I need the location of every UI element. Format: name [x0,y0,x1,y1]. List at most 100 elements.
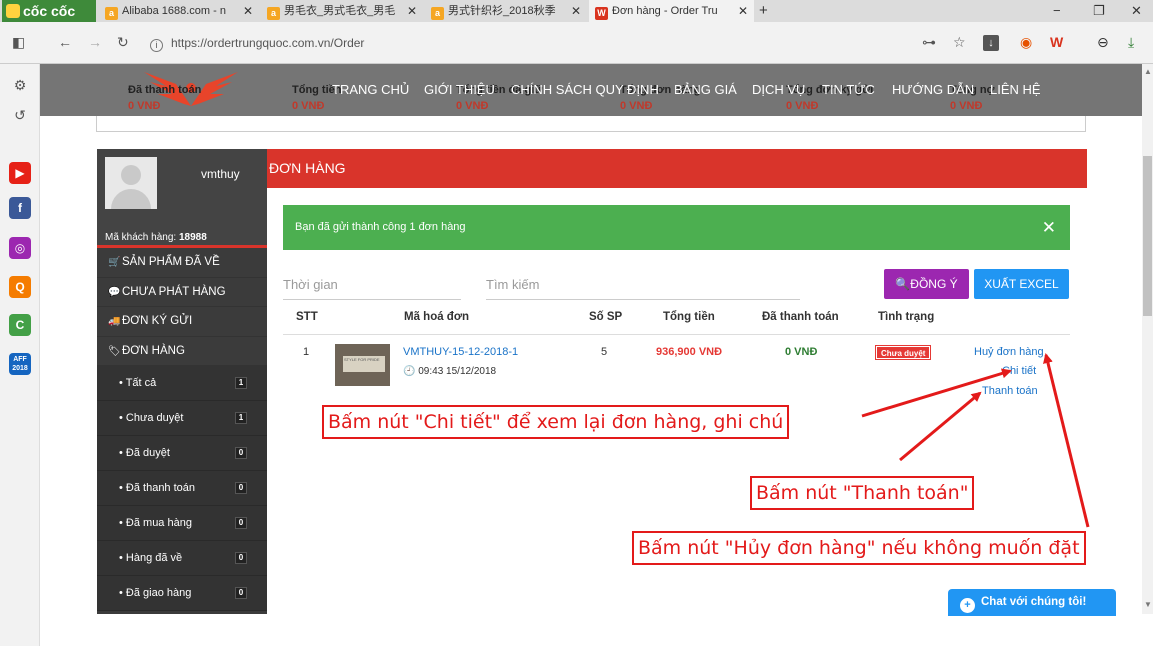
count-badge: 1 [235,412,247,424]
order-extension-icon[interactable]: W [1050,34,1063,50]
nav-services[interactable]: DỊCH VỤ [752,82,805,97]
tab-order[interactable]: W Đơn hàng - Order Tru ✕ [589,0,754,22]
scroll-down-icon[interactable]: ▼ [1144,600,1152,609]
coccoc-extension-icon[interactable]: ◉ [1020,34,1032,51]
cart-icon: 🛒 [108,257,121,268]
filter-delivered[interactable]: • Đã giao hàng 0 [97,576,267,611]
stat-paid: Đã thanh toán 0 VNĐ [128,84,202,112]
tag-icon: 🏷 [108,345,121,357]
col-stt: STT [296,311,318,323]
close-icon[interactable]: ✕ [1042,205,1056,250]
nav-contact[interactable]: LIÊN HỆ [990,82,1041,97]
nav-news[interactable]: TIN TỨC [822,82,875,97]
close-icon[interactable]: ✕ [738,0,748,22]
time-filter-input[interactable]: Thời gian [283,274,461,300]
star-icon[interactable]: ☆ [953,34,966,51]
download-icon[interactable]: ⤓ [1128,34,1134,51]
row-paid: 0 VNĐ [785,346,818,358]
filter-all[interactable]: • Tất cả 1 [97,366,267,401]
browser-tab-bar: cốc cốc a Alibaba 1688.com - n ✕ a 男毛衣_男式毛衣… [0,0,1153,22]
close-window-button[interactable]: ✕ [1131,0,1142,22]
menu-consignment[interactable]: 🚚 ĐƠN KÝ GỬI [97,307,267,337]
nav-about[interactable]: GIỚI THIỆU [424,82,495,97]
search-icon[interactable]: Q [9,276,31,298]
address-bar[interactable]: i https://ordertrungquoc.com.vn/Order [150,31,910,55]
filter-purchased[interactable]: • Đã mua hàng 0 [97,506,267,541]
coccoc-logo-icon [6,4,20,18]
count-badge: 0 [235,552,247,564]
filter-pending[interactable]: • Chưa duyệt 1 [97,401,267,436]
order-site-icon: W [595,7,608,20]
scroll-up-icon[interactable]: ▲ [1144,67,1152,76]
comment-icon: 💬 [108,286,121,298]
nav-pricing[interactable]: BẢNG GIÁ [674,82,737,97]
member-profile: vmthuy Mã khách hàng: 18988 [97,149,267,248]
customer-id: Mã khách hàng: 18988 [105,232,207,243]
page-title: ĐƠN HÀNG [267,149,1087,188]
invoice-link[interactable]: VMTHUY-15-12-2018-1 [403,346,518,358]
close-icon[interactable]: ✕ [407,0,417,22]
table-divider [283,334,1070,335]
stats-box [96,116,1086,132]
key-icon[interactable]: ⊶ [922,34,936,51]
history-icon[interactable]: ↺ [9,104,31,126]
new-tab-button[interactable]: + [759,0,768,22]
info-icon[interactable]: i [150,39,163,52]
chat-button[interactable]: + Chat với chúng tôi! [948,589,1116,616]
youtube-icon[interactable]: ▶ [9,162,31,184]
col-qty: Số SP [589,311,623,323]
row-stt: 1 [303,346,310,358]
export-excel-button[interactable]: XUẤT EXCEL [974,269,1069,299]
count-badge: 0 [235,587,247,599]
aff-icon[interactable]: AFF 2018 [9,353,31,375]
filter-arrived[interactable]: • Hàng đã về 0 [97,541,267,576]
music-icon[interactable]: ◎ [9,237,31,259]
minimize-button[interactable]: − [1053,0,1061,22]
alibaba-icon: a [431,7,444,20]
annotation-cancel: Bấm nút "Hủy đơn hàng" nếu không muốn đặ… [632,531,1086,565]
pay-link[interactable]: Thanh toán [982,385,1038,397]
row-total: 936,900 VNĐ [656,346,723,358]
download-manager-icon[interactable]: ↓ [983,35,999,51]
account-icon[interactable]: ⊖ [1097,34,1109,51]
close-icon[interactable]: ✕ [571,0,581,22]
filter-paid[interactable]: • Đã thanh toán 0 [97,471,267,506]
avatar [105,157,157,209]
agree-button[interactable]: 🔍ĐỒNG Ý [884,269,969,299]
tab-men-knitwear[interactable]: a 男式针织衫_2018秋季 ✕ [425,0,587,22]
scroll-thumb[interactable] [1143,156,1152,316]
page-scrollbar[interactable]: ▲ ▼ [1142,64,1153,614]
success-alert: Bạn đã gửi thành công 1 đơn hàng ✕ [283,205,1070,250]
arrow-right-icon[interactable]: → [88,34,102,50]
annotation-detail: Bấm nút "Chi tiết" để xem lại đơn hàng, … [322,405,790,439]
coupon-icon[interactable]: C [9,314,31,336]
detail-link[interactable]: Chi tiết [1002,365,1036,377]
browser-toolbar: ◧ ← → ↻ i https://ordertrungquoc.com.vn/O… [0,22,1153,64]
menu-received-products[interactable]: 🛒 SẢN PHẨM ĐÃ VỀ [97,248,267,278]
filter-approved[interactable]: • Đã duyệt 0 [97,436,267,471]
menu-not-shipped[interactable]: 💬 CHƯA PHÁT HÀNG [97,278,267,307]
url-text: https://ordertrungquoc.com.vn/Order [171,36,365,50]
nav-home[interactable]: TRANG CHỦ [332,82,409,97]
cancel-order-link[interactable]: Huỷ đơn hàng [974,346,1044,358]
nav-guide[interactable]: HƯỚNG DẪN [892,82,974,97]
browser-sidebar: ⚙ ↺ ▶ f ◎ Q C AFF 2018 [0,64,40,646]
settings-icon[interactable]: ⚙ [9,74,31,96]
tab-alibaba[interactable]: a Alibaba 1688.com - n ✕ [99,0,259,22]
arrow-left-icon[interactable]: ← [58,34,72,50]
tab-men-sweater[interactable]: a 男毛衣_男式毛衣_男毛 ✕ [261,0,423,22]
browser-brand[interactable]: cốc cốc [2,0,96,22]
col-status: Tình trạng [878,311,935,323]
close-icon[interactable]: ✕ [243,0,253,22]
member-sidebar: vmthuy Mã khách hàng: 18988 🛒 SẢN PHẨM ĐÃ… [97,149,267,614]
search-input[interactable]: Tìm kiếm [486,274,800,300]
count-badge: 0 [235,517,247,529]
facebook-icon[interactable]: f [9,197,31,219]
product-thumbnail[interactable]: STYLE FOR PRIDE [335,344,390,386]
menu-orders[interactable]: 🏷ĐƠN HÀNG [97,337,267,366]
sidebar-toggle-icon[interactable]: ◧ [12,34,25,51]
nav-policy[interactable]: CHÍNH SÁCH QUY ĐỊNH [511,82,659,97]
alibaba-icon: a [105,7,118,20]
restore-button[interactable]: ❐ [1093,0,1105,22]
reload-icon[interactable]: ↻ [117,34,129,51]
